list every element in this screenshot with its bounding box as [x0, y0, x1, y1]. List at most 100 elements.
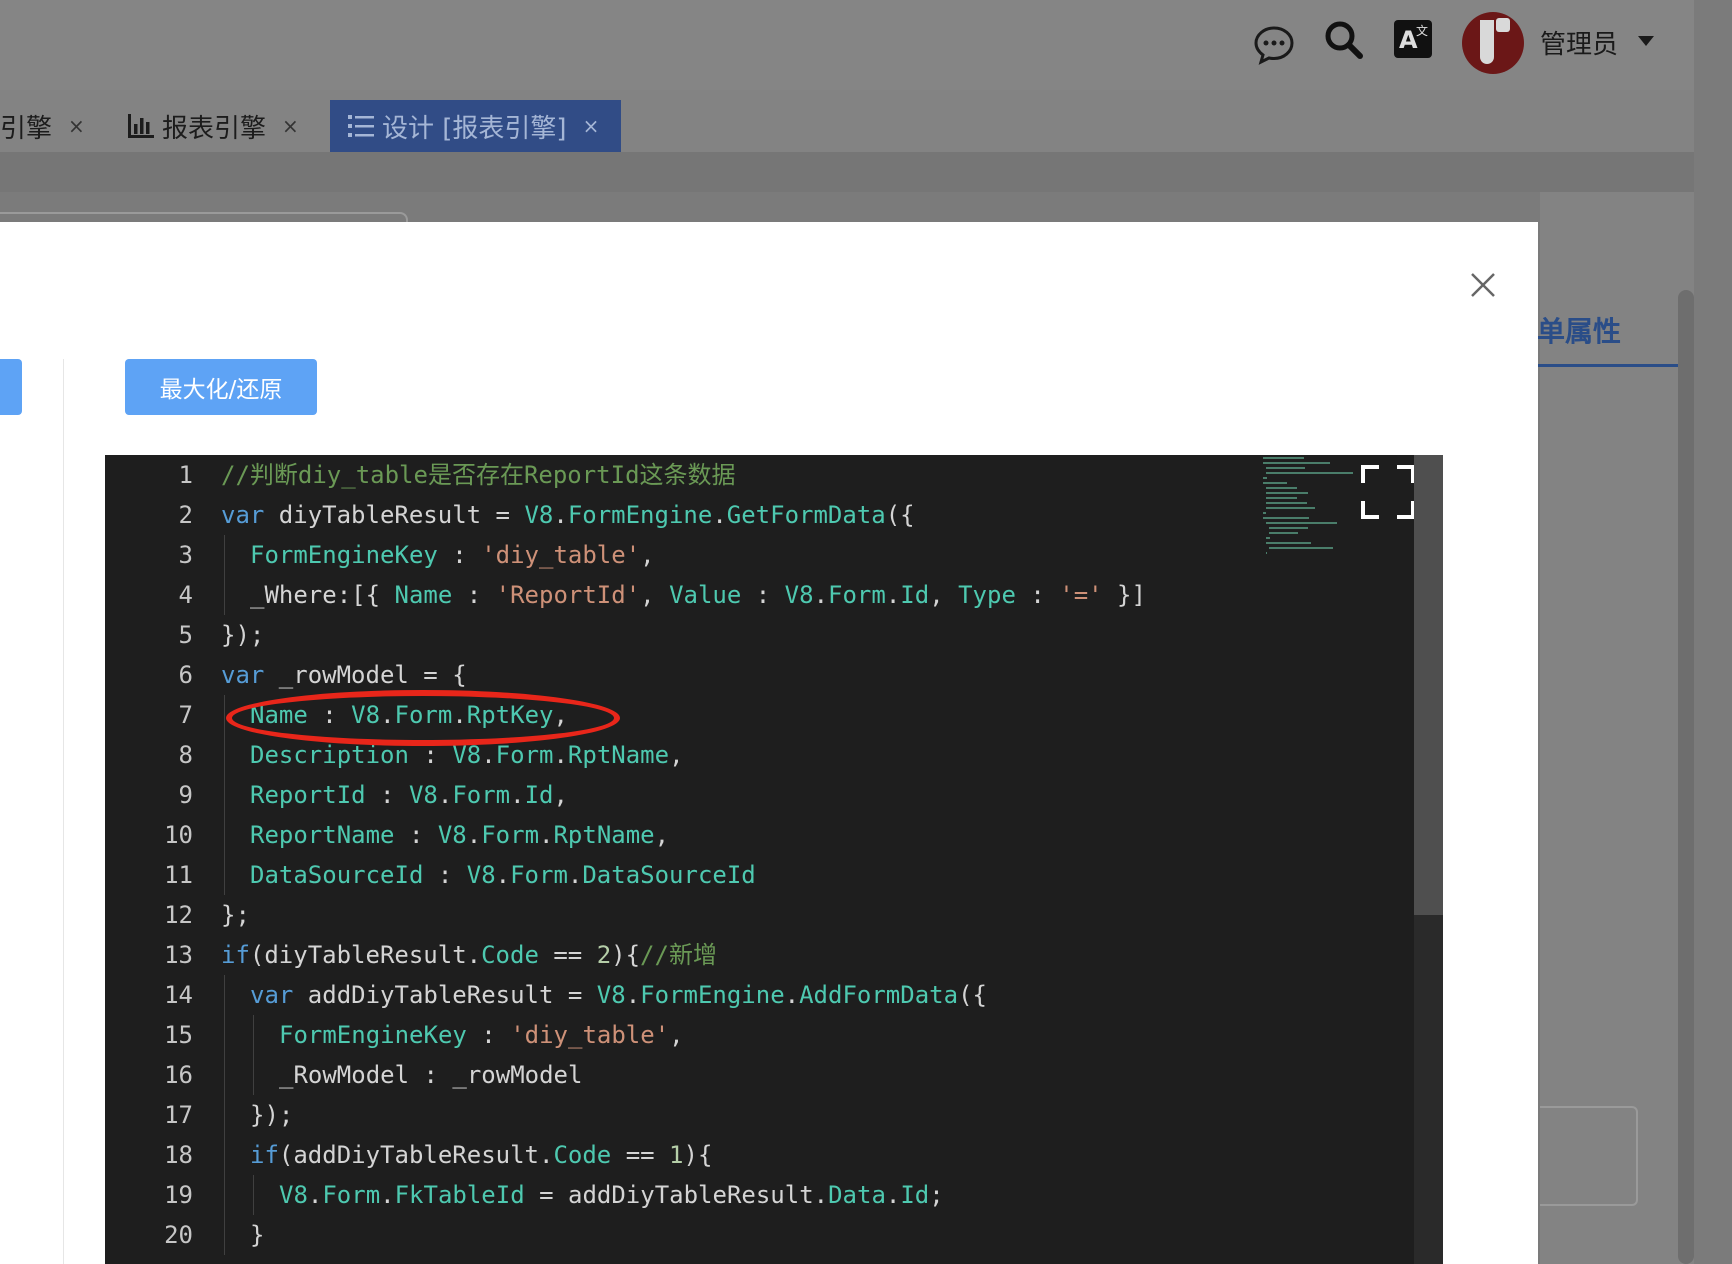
code-token: ,: [669, 741, 684, 769]
code-token: var: [221, 501, 265, 529]
code-token: 'ReportId': [495, 581, 641, 609]
code-token: Form: [322, 1181, 381, 1209]
code-token: .: [553, 501, 568, 529]
code-line[interactable]: };: [221, 895, 1146, 935]
code-token: AddFormData: [799, 981, 959, 1009]
tab-engine[interactable]: 引擎 ×: [0, 100, 85, 152]
search-icon[interactable]: [1322, 18, 1366, 62]
tab-close-icon[interactable]: ×: [68, 114, 85, 138]
code-token: :: [394, 821, 438, 849]
tab-design-report-engine[interactable]: 设计 [报表引擎] ×: [330, 100, 622, 152]
code-line[interactable]: if(addDiyTableResult.Code == 1){: [221, 1135, 1146, 1175]
code-token: (diyTableResult.: [249, 941, 482, 969]
code-line[interactable]: var diyTableResult = V8.FormEngine.GetFo…: [221, 495, 1146, 535]
code-token: Code: [553, 1141, 612, 1169]
code-line[interactable]: _RowModel : _rowModel: [221, 1055, 1146, 1095]
tab-report-engine[interactable]: 报表引擎 ×: [128, 100, 299, 152]
code-token: if: [221, 941, 250, 969]
minimap-line: [1266, 542, 1311, 544]
tab-close-icon[interactable]: ×: [583, 114, 600, 138]
code-token: Form: [510, 861, 568, 889]
code-token: }: [250, 1221, 265, 1249]
maximize-restore-button[interactable]: 最大化/还原: [125, 359, 317, 415]
indent-guide: [224, 1135, 225, 1175]
code-token: :: [741, 581, 785, 609]
indent-guide: [224, 815, 225, 855]
line-number: 15: [164, 1021, 193, 1049]
minimap-line: [1266, 502, 1307, 504]
tab-close-icon[interactable]: ×: [282, 114, 299, 138]
page-scrollbar[interactable]: [1678, 290, 1694, 1264]
code-token: RptName: [567, 741, 670, 769]
chat-bubble-icon[interactable]: [1252, 22, 1296, 66]
code-token: Form: [481, 821, 540, 849]
minimap-line: [1263, 457, 1304, 459]
properties-textarea[interactable]: [1540, 1106, 1638, 1206]
code-token: .: [712, 501, 727, 529]
code-line[interactable]: if(diyTableResult.Code == 2){//新增: [221, 935, 1146, 975]
code-line[interactable]: FormEngineKey : 'diy_table',: [221, 535, 1146, 575]
translate-icon-glyph: A: [1399, 26, 1418, 54]
avatar[interactable]: [1462, 12, 1524, 74]
code-line[interactable]: ReportName : V8.Form.RptName,: [221, 815, 1146, 855]
indent-guide: [224, 535, 225, 575]
code-token: V8: [437, 821, 467, 849]
code-line[interactable]: var addDiyTableResult = V8.FormEngine.Ad…: [221, 975, 1146, 1015]
minimap-line: [1266, 522, 1338, 524]
code-line[interactable]: _Where:[{ Name : 'ReportId', Value : V8.…: [221, 575, 1146, 615]
code-token: _Where:[{: [250, 581, 395, 609]
code-area[interactable]: //判断diy_table是否存在ReportId这条数据 var diyTabl…: [221, 455, 1146, 1255]
indent-guide: [253, 1175, 254, 1215]
editor-minimap[interactable]: [1263, 457, 1367, 577]
minimap-line: [1266, 552, 1268, 554]
chevron-down-icon[interactable]: [1638, 36, 1654, 46]
code-line[interactable]: FormEngineKey : 'diy_table',: [221, 1015, 1146, 1055]
code-token: V8: [784, 581, 814, 609]
tab-form-properties[interactable]: 单属性: [1537, 310, 1621, 350]
translate-icon[interactable]: A 文: [1394, 20, 1432, 58]
code-token: ,: [553, 781, 568, 809]
minimap-line: [1266, 507, 1315, 509]
code-token: Code: [481, 941, 539, 969]
minimap-line: [1266, 537, 1271, 539]
code-token: Id: [524, 781, 554, 809]
minimap-line: [1266, 492, 1308, 494]
username[interactable]: 管理员: [1540, 24, 1618, 61]
code-editor[interactable]: 1 2 3 4 5 6 7 8 9 10 11 12 13 14 15 16 17 18 19 20 //判断diy_…: [105, 455, 1443, 1264]
indent-guide: [224, 1055, 225, 1095]
left-pane-button[interactable]: [0, 359, 22, 415]
line-number: 3: [178, 541, 193, 569]
editor-scrollbar-thumb[interactable]: [1414, 455, 1443, 915]
code-token: .: [380, 701, 395, 729]
translate-icon-sup: 文: [1416, 24, 1429, 38]
code-token: Id: [900, 1181, 930, 1209]
code-token: ReportName: [250, 821, 395, 849]
code-line[interactable]: Description : V8.Form.RptName,: [221, 735, 1146, 775]
minimap-line: [1263, 462, 1331, 464]
close-icon[interactable]: [1468, 270, 1498, 300]
line-number: 20: [164, 1221, 193, 1249]
minimap-line: [1266, 487, 1297, 489]
code-line[interactable]: });: [221, 1095, 1146, 1135]
code-token: :: [307, 701, 352, 729]
line-number: 16: [164, 1061, 193, 1089]
line-number-gutter: 1 2 3 4 5 6 7 8 9 10 11 12 13 14 15 16 17 18 19 20: [105, 455, 193, 1255]
code-line[interactable]: ReportId : V8.Form.Id,: [221, 775, 1146, 815]
code-token: '=': [1059, 581, 1103, 609]
minimap-line: [1263, 512, 1266, 514]
code-token: Value: [669, 581, 742, 609]
avatar-logo-dot: [1496, 18, 1510, 32]
code-line[interactable]: });: [221, 615, 1146, 655]
code-line[interactable]: DataSourceId : V8.Form.DataSourceId: [221, 855, 1146, 895]
code-line[interactable]: //判断diy_table是否存在ReportId这条数据: [221, 455, 1146, 495]
line-number: 7: [178, 701, 193, 729]
code-line[interactable]: var _rowModel = {: [221, 655, 1146, 695]
code-token: ,: [640, 581, 670, 609]
fullscreen-icon[interactable]: [1359, 463, 1417, 521]
properties-panel: [1540, 192, 1694, 1264]
code-line[interactable]: Name : V8.Form.RptKey,: [221, 695, 1146, 735]
code-line[interactable]: }: [221, 1215, 1146, 1255]
code-token: V8: [408, 781, 438, 809]
indent-guide: [224, 1215, 225, 1255]
code-line[interactable]: V8.Form.FkTableId = addDiyTableResult.Da…: [221, 1175, 1146, 1215]
